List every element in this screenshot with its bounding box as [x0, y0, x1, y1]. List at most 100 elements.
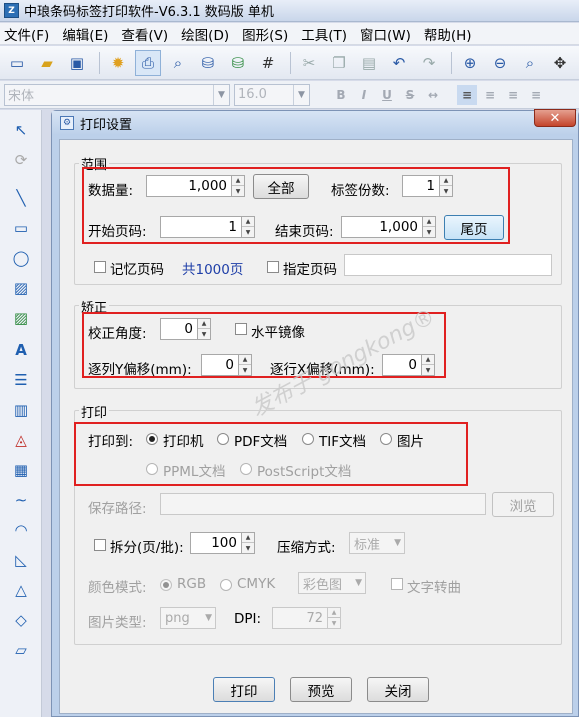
undo-icon[interactable]: ↶: [386, 50, 412, 76]
menu-tools[interactable]: 工具(T): [301, 24, 347, 44]
split-checkbox[interactable]: [94, 539, 106, 551]
align-right-icon[interactable]: ≡: [503, 85, 523, 105]
curve-tool-icon[interactable]: ∼: [8, 488, 34, 512]
print-icon[interactable]: ⎙: [135, 49, 161, 76]
split-input[interactable]: 100: [190, 532, 242, 554]
open-folder-icon[interactable]: ▰: [34, 50, 60, 76]
qrcode-tool-icon[interactable]: ▦: [8, 458, 34, 482]
image-tool-icon[interactable]: ▨: [8, 276, 34, 300]
zoom-out-icon[interactable]: ⊖: [487, 50, 513, 76]
split-stepper[interactable]: ▲ ▼: [241, 532, 255, 554]
rgb-option-label: RGB: [177, 576, 207, 592]
specify-page-label: 指定页码: [283, 262, 337, 278]
picture-tool-icon[interactable]: ▨: [8, 306, 34, 330]
zoom-in-icon[interactable]: ⊕: [457, 50, 483, 76]
specify-page-input[interactable]: [344, 254, 552, 276]
select-arrow-icon[interactable]: ↖: [8, 118, 34, 142]
cmyk-radio[interactable]: [220, 579, 232, 591]
font-name-value: 宋体: [8, 89, 35, 104]
color-mode-label: 颜色模式:: [88, 580, 147, 596]
font-name-select[interactable]: 宋体 ▼: [4, 83, 230, 106]
grid-icon[interactable]: #: [255, 50, 281, 76]
diamond-tool-icon[interactable]: ◇: [8, 608, 34, 632]
dpi-label: DPI:: [234, 611, 262, 627]
settings-icon[interactable]: ✹: [105, 50, 131, 76]
fullscreen-icon[interactable]: ✥: [547, 50, 573, 76]
parallelogram-tool-icon[interactable]: ▱: [8, 638, 34, 662]
menu-file[interactable]: 文件(F): [4, 24, 49, 44]
redo-icon[interactable]: ↷: [416, 50, 442, 76]
font-toolbar: 宋体 ▼ 16.0 ▼ B I U S ↔ ≡ ≡ ≡ ≡: [0, 81, 579, 109]
dpi-stepper[interactable]: ▲ ▼: [327, 607, 341, 629]
new-file-icon[interactable]: ▭: [4, 50, 30, 76]
image-type-select[interactable]: png ▼: [160, 607, 216, 629]
total-pages-text: 共1000页: [182, 262, 244, 278]
bold-icon[interactable]: B: [331, 85, 351, 105]
paste-icon[interactable]: ▤: [356, 50, 382, 76]
specify-page-checkbox[interactable]: [267, 261, 279, 273]
align-left-icon[interactable]: ≡: [457, 84, 477, 105]
align-center-icon[interactable]: ≡: [480, 85, 500, 105]
ellipse-tool-icon[interactable]: ◯: [8, 246, 34, 270]
text-direction-icon[interactable]: ↔: [423, 85, 443, 105]
rich-text-tool-icon[interactable]: ☰: [8, 368, 34, 392]
database-icon[interactable]: ⛁: [195, 50, 221, 76]
arc-tool-icon[interactable]: ◠: [8, 518, 34, 542]
menu-bar: 文件(F) 编辑(E) 查看(V) 绘图(D) 图形(S) 工具(T) 窗口(W…: [0, 23, 579, 45]
line-tool-icon[interactable]: ╲: [8, 186, 34, 210]
remember-page-checkbox[interactable]: [94, 261, 106, 273]
save-icon[interactable]: ▣: [64, 50, 90, 76]
close-icon[interactable]: ✕: [534, 109, 576, 127]
font-size-select[interactable]: 16.0 ▼: [234, 83, 310, 106]
dialog-body: 范围 数据量: 1,000 ▲ ▼ 全部 标签份数: 1 ▲ ▼ 开始页码: 1 ▲…: [59, 139, 573, 714]
rectangle-tool-icon[interactable]: ▭: [8, 216, 34, 240]
text-to-curve-label: 文字转曲: [407, 580, 461, 596]
underline-icon[interactable]: U: [377, 85, 397, 105]
barcode-db-icon[interactable]: ⛁: [225, 50, 251, 76]
zoom-fit-icon[interactable]: ⌕: [517, 50, 543, 76]
compress-select[interactable]: 标准 ▼: [349, 532, 405, 554]
menu-help[interactable]: 帮助(H): [424, 24, 472, 44]
chevron-down-icon: ▼: [213, 84, 229, 105]
triangle-tool-icon[interactable]: △: [8, 578, 34, 602]
chevron-down-icon: ▼: [394, 538, 401, 548]
browse-button[interactable]: 浏览: [492, 492, 554, 517]
align-justify-icon[interactable]: ≡: [526, 85, 546, 105]
text-to-curve-checkbox[interactable]: [391, 578, 403, 590]
rgb-radio[interactable]: [160, 579, 172, 591]
split-label: 拆分(页/批):: [110, 540, 184, 556]
text-tool-icon[interactable]: A: [8, 338, 34, 362]
cmyk-option-label: CMYK: [237, 576, 276, 592]
italic-icon[interactable]: I: [354, 85, 374, 105]
chevron-down-icon: ▼: [293, 84, 309, 105]
rotate-icon[interactable]: ⟳: [8, 148, 34, 172]
strikethrough-icon[interactable]: S: [400, 85, 420, 105]
seal-tool-icon[interactable]: ◬: [8, 428, 34, 452]
cut-icon[interactable]: ✂: [296, 50, 322, 76]
polyline-tool-icon[interactable]: ◺: [8, 548, 34, 572]
color-type-value: 彩色图: [303, 577, 343, 593]
menu-edit[interactable]: 编辑(E): [62, 24, 108, 44]
menu-draw[interactable]: 绘图(D): [181, 24, 229, 44]
menu-window[interactable]: 窗口(W): [360, 24, 411, 44]
color-type-select[interactable]: 彩色图 ▼: [298, 572, 366, 594]
copy-icon[interactable]: ❐: [326, 50, 352, 76]
preview-icon[interactable]: ⌕: [165, 50, 191, 76]
toolbar-divider: [451, 51, 452, 74]
barcode-tool-icon[interactable]: ▥: [8, 398, 34, 422]
image-type-value: png: [165, 610, 190, 626]
left-toolbox: ↖ ⟳ ╲ ▭ ◯ ▨ ▨ A ☰ ▥ ◬ ▦ ∼ ◠ ◺ △ ◇ ▱: [0, 110, 42, 717]
print-highlight-box: [74, 422, 468, 486]
print-button[interactable]: 打印: [213, 677, 275, 702]
print-group-label: 打印: [79, 402, 110, 421]
print-settings-dialog: ⚙ 打印设置 ✕ 范围 数据量: 1,000 ▲ ▼ 全部 标签份数: 1 ▲ ▼ …: [51, 109, 579, 717]
preview-button[interactable]: 预览: [290, 677, 352, 702]
close-button[interactable]: 关闭: [367, 677, 429, 702]
menu-view[interactable]: 查看(V): [121, 24, 168, 44]
compress-label: 压缩方式:: [277, 540, 336, 556]
menu-shape[interactable]: 图形(S): [242, 24, 288, 44]
app-logo-icon: Z: [4, 3, 19, 18]
dialog-settings-icon: ⚙: [60, 116, 74, 130]
dpi-input[interactable]: 72: [272, 607, 328, 629]
save-path-input[interactable]: [160, 493, 486, 515]
